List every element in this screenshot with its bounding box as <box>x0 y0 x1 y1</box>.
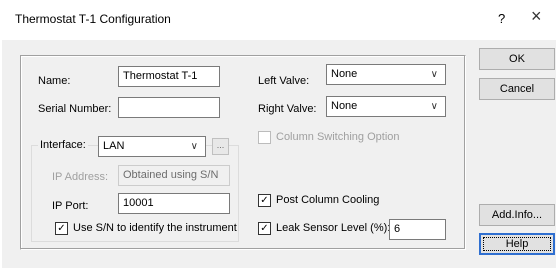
left-valve-value: None <box>331 68 358 80</box>
chevron-down-icon: ∨ <box>430 69 438 80</box>
right-valve-select[interactable]: None ∨ <box>326 96 446 117</box>
chevron-down-icon: ∨ <box>430 101 438 112</box>
serial-number-label: Serial Number: <box>38 103 112 115</box>
column-switching-label: Column Switching Option <box>276 131 400 143</box>
window-title: Thermostat T-1 Configuration <box>15 12 171 26</box>
interface-select[interactable]: LAN ∨ <box>98 136 206 157</box>
ip-port-value: 10001 <box>123 197 154 209</box>
chevron-down-icon: ∨ <box>190 141 198 152</box>
interface-label: Interface: <box>38 139 88 151</box>
leak-sensor-label: Leak Sensor Level (%): <box>276 222 391 234</box>
use-sn-checkbox[interactable]: ✓ <box>55 222 68 235</box>
cancel-button[interactable]: Cancel <box>479 78 555 100</box>
interface-value: LAN <box>103 140 125 152</box>
serial-number-field[interactable] <box>118 97 220 118</box>
ip-address-value: Obtained using S/N <box>123 169 219 181</box>
ok-button[interactable]: OK <box>479 48 555 70</box>
checkmark-icon: ✓ <box>260 195 269 206</box>
ip-port-field[interactable]: 10001 <box>118 193 230 214</box>
help-icon[interactable]: ? <box>498 11 505 26</box>
checkmark-icon: ✓ <box>260 223 269 234</box>
interface-more-button[interactable]: ... <box>212 138 229 155</box>
ip-address-label: IP Address: <box>52 171 109 183</box>
post-column-cooling-label: Post Column Cooling <box>276 194 380 206</box>
add-info-button[interactable]: Add.Info... <box>479 204 555 226</box>
ip-address-field: Obtained using S/N <box>118 165 230 186</box>
name-field[interactable]: Thermostat T-1 <box>118 66 220 87</box>
use-sn-label: Use S/N to identify the instrument <box>73 222 237 234</box>
leak-sensor-level-field[interactable]: 6 <box>389 219 446 240</box>
left-valve-select[interactable]: None ∨ <box>326 64 446 85</box>
leak-sensor-level-value: 6 <box>394 223 401 235</box>
left-valve-label: Left Valve: <box>258 75 310 87</box>
column-switching-checkbox[interactable] <box>258 131 271 144</box>
checkmark-icon: ✓ <box>57 223 66 234</box>
post-column-cooling-checkbox[interactable]: ✓ <box>258 194 271 207</box>
configuration-dialog: Thermostat T-1 Configuration ? × Name: T… <box>0 0 560 268</box>
title-bar: Thermostat T-1 Configuration ? × <box>0 0 560 40</box>
name-label: Name: <box>38 75 71 87</box>
ip-port-label: IP Port: <box>52 200 89 212</box>
right-valve-label: Right Valve: <box>258 103 317 115</box>
right-valve-value: None <box>331 100 358 112</box>
close-icon[interactable]: × <box>531 7 542 25</box>
name-value: Thermostat T-1 <box>123 70 198 82</box>
help-button[interactable]: Help <box>479 233 555 255</box>
leak-sensor-checkbox[interactable]: ✓ <box>258 222 271 235</box>
